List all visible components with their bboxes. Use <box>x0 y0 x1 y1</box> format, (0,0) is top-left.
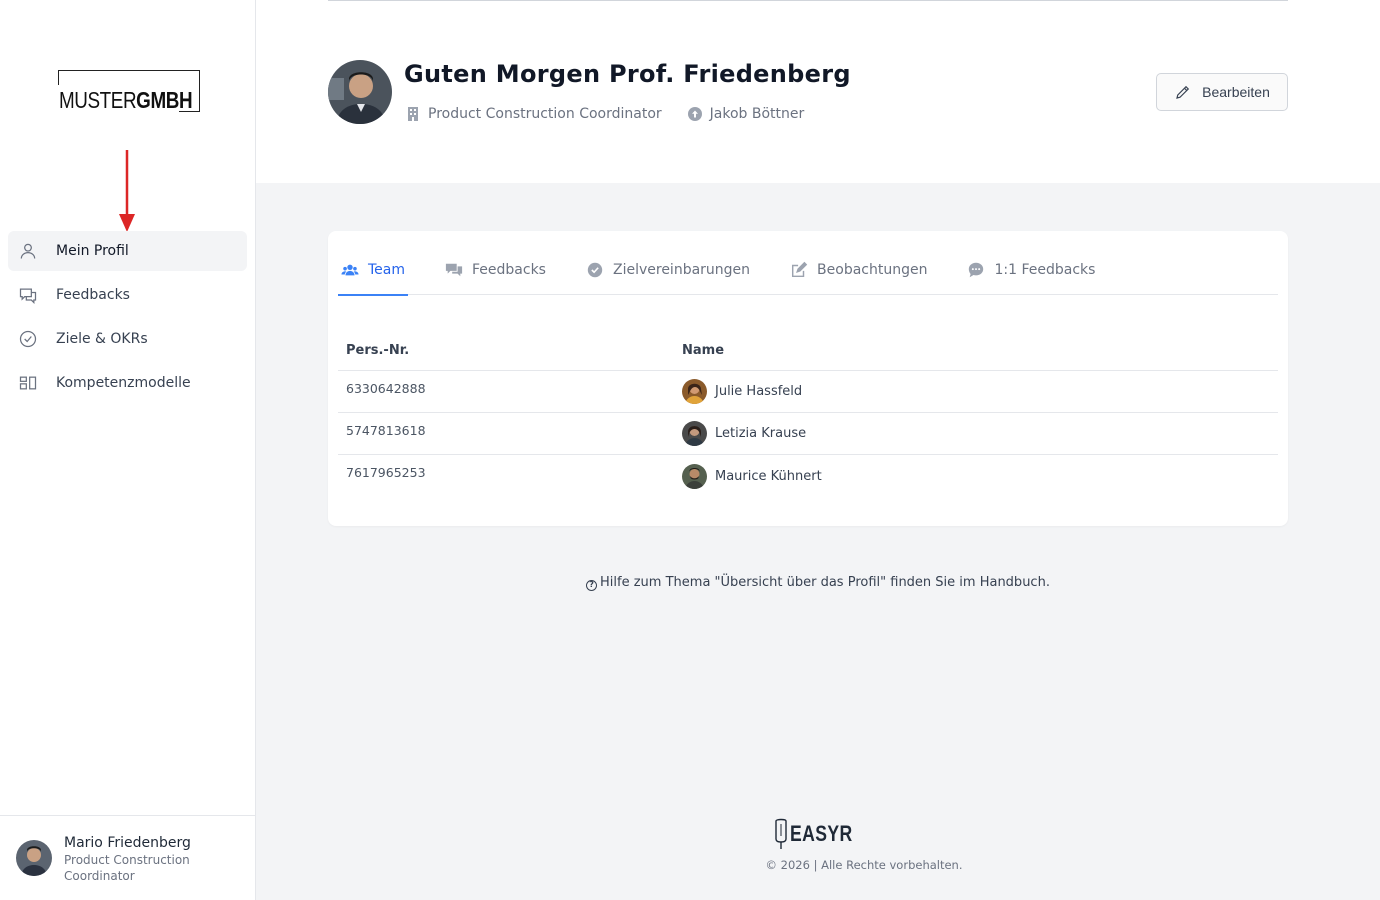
sidebar-nav: Mein Profil Feedbacks Ziele & OKRs Kompe… <box>8 231 247 407</box>
easyr-logo-icon <box>775 818 787 849</box>
annotation-arrow-icon <box>119 150 135 232</box>
avatar <box>16 840 52 876</box>
profile-header: Guten Morgen Prof. Friedenberg Product C… <box>256 0 1380 183</box>
sidebar-item-kompetenzmodelle[interactable]: Kompetenzmodelle <box>8 363 247 403</box>
person-name[interactable]: Letizia Krause <box>715 426 806 441</box>
tab-team[interactable]: Team <box>338 245 409 296</box>
grid-icon <box>16 371 40 395</box>
user-role: Product Construction Coordinator <box>64 853 190 883</box>
manager-name[interactable]: Jakob Böttner <box>710 106 805 122</box>
company-logo[interactable]: MUSTERGMBH <box>58 70 200 112</box>
sidebar-item-ziele-okrs[interactable]: Ziele & OKRs <box>8 319 247 359</box>
current-user-card[interactable]: Mario Friedenberg Product Construction C… <box>0 815 255 900</box>
table-row[interactable]: 6330642888 Julie Hassfeld <box>338 371 1278 413</box>
avatar <box>682 463 707 489</box>
profile-avatar <box>328 60 392 124</box>
tab-zielvereinbarungen[interactable]: Zielvereinbarungen <box>583 245 753 295</box>
comments-icon <box>445 263 463 277</box>
pers-nr: 5747813618 <box>346 423 426 438</box>
sidebar-item-label: Kompetenzmodelle <box>56 375 191 391</box>
pencil-icon <box>1176 85 1190 99</box>
pers-nr: 7617965253 <box>346 465 426 480</box>
sidebar-item-feedbacks[interactable]: Feedbacks <box>8 275 247 315</box>
manager-arrow-up-icon <box>687 107 702 121</box>
tab-1-1-feedbacks[interactable]: 1:1 Feedbacks <box>964 245 1098 295</box>
tab-feedbacks[interactable]: Feedbacks <box>442 245 549 295</box>
check-circle-icon <box>587 262 603 278</box>
edit-button[interactable]: Bearbeiten <box>1156 73 1288 111</box>
person-name[interactable]: Julie Hassfeld <box>715 384 802 399</box>
table-row[interactable]: 7617965253 Maurice Kühnert <box>338 455 1278 497</box>
person-name[interactable]: Maurice Kühnert <box>715 469 822 484</box>
copyright: © 2026 | Alle Rechte vorbehalten. <box>765 858 963 872</box>
sidebar: MUSTERGMBH Mein Profil Feedbacks Ziele &… <box>0 0 256 900</box>
avatar <box>682 379 707 404</box>
users-icon <box>341 264 359 276</box>
comment-dots-icon <box>969 262 984 278</box>
avatar <box>682 421 707 446</box>
pers-nr: 6330642888 <box>346 381 426 396</box>
sidebar-item-label: Mein Profil <box>56 243 129 259</box>
help-text[interactable]: ? Hilfe zum Thema "Übersicht über das Pro… <box>256 575 1380 591</box>
building-icon <box>408 107 418 121</box>
chat-bubbles-icon <box>16 283 40 307</box>
footer-logo: EASYR <box>772 818 868 850</box>
user-name: Mario Friedenberg <box>64 835 191 851</box>
job-position: Product Construction Coordinator <box>428 106 662 122</box>
user-icon <box>16 239 40 263</box>
page-title: Guten Morgen Prof. Friedenberg <box>404 60 851 88</box>
sidebar-item-label: Feedbacks <box>56 287 130 303</box>
sidebar-item-label: Ziele & OKRs <box>56 331 148 347</box>
edit-icon <box>792 261 808 278</box>
table-row[interactable]: 5747813618 Letizia Krause <box>338 413 1278 455</box>
profile-tabs: Team Feedbacks Zielvereinbarungen Beobac… <box>338 245 1278 296</box>
tab-beobachtungen[interactable]: Beobachtungen <box>787 245 930 295</box>
table-header: Pers.-Nr. Name <box>338 331 1278 371</box>
check-circle-icon <box>16 327 40 351</box>
question-circle-icon: ? <box>586 580 598 591</box>
team-table: Pers.-Nr. Name 6330642888 Julie Hassfeld… <box>338 331 1278 497</box>
sidebar-item-mein-profil[interactable]: Mein Profil <box>8 231 247 271</box>
team-card: Team Feedbacks Zielvereinbarungen Beobac… <box>328 231 1288 526</box>
